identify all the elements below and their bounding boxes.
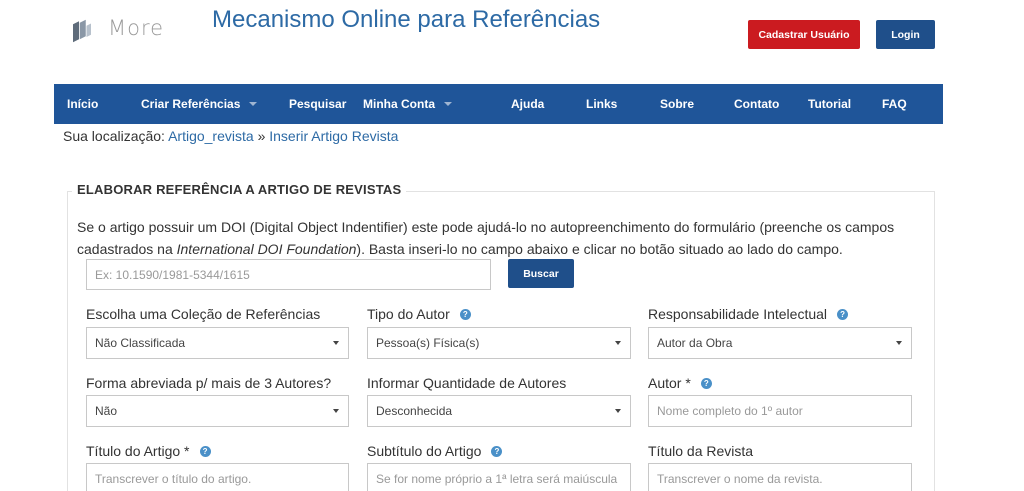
responsabilidade-label: Responsabilidade Intelectual? [648, 306, 849, 322]
nav-label: Minha Conta [363, 97, 435, 111]
nav-item-minha-conta[interactable]: Minha Conta [363, 84, 452, 124]
autor-label: Autor *? [648, 375, 712, 391]
breadcrumb-link-inserir-artigo[interactable]: Inserir Artigo Revista [269, 128, 398, 144]
form-legend: ELABORAR REFERÊNCIA A ARTIGO DE REVISTAS [72, 182, 407, 197]
forma-abreviada-select[interactable]: Não [86, 395, 349, 427]
nav-item-inicio[interactable]: Início [67, 84, 98, 124]
tipo-autor-label-text: Tipo do Autor [367, 306, 450, 322]
nav-item-sobre[interactable]: Sobre [660, 84, 694, 124]
main-nav: Início Criar Referências Pesquisar Minha… [54, 84, 943, 124]
titulo-revista-label-text: Título da Revista [648, 443, 754, 459]
nav-label: Início [67, 97, 99, 111]
register-user-button[interactable]: Cadastrar Usuário [748, 20, 860, 49]
nav-label: Sobre [660, 97, 695, 111]
nav-label: Contato [734, 97, 780, 111]
quantidade-autores-label: Informar Quantidade de Autores [367, 375, 566, 391]
nav-item-pesquisar[interactable]: Pesquisar [289, 84, 346, 124]
help-icon[interactable]: ? [837, 308, 849, 320]
tipo-autor-label: Tipo do Autor? [367, 306, 471, 322]
titulo-revista-input[interactable]: Transcrever o nome da revista. [648, 463, 912, 491]
tipo-autor-select[interactable]: Pessoa(s) Física(s) [367, 327, 631, 359]
nav-item-contato[interactable]: Contato [734, 84, 779, 124]
nav-item-links[interactable]: Links [586, 84, 617, 124]
select-arrow-icon [333, 341, 339, 345]
nav-label: Criar Referências [141, 97, 241, 111]
help-icon[interactable]: ? [459, 308, 471, 320]
forma-abreviada-value: Não [95, 404, 118, 418]
login-button[interactable]: Login [876, 20, 935, 49]
help-icon[interactable]: ? [700, 377, 712, 389]
select-arrow-icon [896, 341, 902, 345]
select-arrow-icon [333, 409, 339, 413]
help-icon[interactable]: ? [491, 445, 503, 457]
nav-label: Tutorial [808, 97, 852, 111]
logo-text: More [108, 16, 165, 40]
colecao-label-text: Escolha uma Coleção de Referências [86, 306, 321, 322]
quantidade-value: Desconhecida [376, 404, 453, 418]
nav-item-criar-referencias[interactable]: Criar Referências [141, 84, 258, 124]
quantidade-autores-select[interactable]: Desconhecida [367, 395, 631, 427]
caret-down-icon [249, 102, 258, 106]
subtitulo-input[interactable]: Se for nome próprio a 1ª letra será maiú… [367, 463, 631, 491]
more-logo-icon [73, 19, 91, 43]
autor-input[interactable]: Nome completo do 1º autor [648, 395, 912, 427]
nav-item-tutorial[interactable]: Tutorial [808, 84, 851, 124]
nav-label: Pesquisar [289, 97, 347, 111]
responsabilidade-value: Autor da Obra [657, 336, 733, 350]
titulo-artigo-label: Título do Artigo *? [86, 443, 211, 459]
nav-item-ajuda[interactable]: Ajuda [511, 84, 544, 124]
select-arrow-icon [615, 341, 621, 345]
breadcrumb-separator: » [257, 128, 266, 144]
autor-label-text: Autor * [648, 375, 691, 391]
intro-text-part2: ). Basta inseri-lo no campo abaixo e cli… [356, 241, 843, 257]
search-doi-button[interactable]: Buscar [508, 259, 574, 288]
nav-label: FAQ [882, 97, 907, 111]
colecao-select[interactable]: Não Classificada [86, 327, 349, 359]
site-title: Mecanismo Online para Referências [212, 6, 601, 33]
responsabilidade-label-text: Responsabilidade Intelectual [648, 306, 828, 322]
forma-abreviada-label: Forma abreviada p/ mais de 3 Autores? [86, 375, 331, 391]
quantidade-label-text: Informar Quantidade de Autores [367, 375, 567, 391]
breadcrumb-prefix: Sua localização: [63, 128, 165, 144]
titulo-artigo-input[interactable]: Transcrever o título do artigo. [86, 463, 349, 491]
help-icon[interactable]: ? [199, 445, 211, 457]
breadcrumb-link-artigo-revista[interactable]: Artigo_revista [168, 128, 254, 144]
forma-abreviada-label-text: Forma abreviada p/ mais de 3 Autores? [86, 375, 332, 391]
colecao-label: Escolha uma Coleção de Referências [86, 306, 320, 322]
titulo-artigo-label-text: Título do Artigo * [86, 443, 190, 459]
intro-text-italic: International DOI Foundation [176, 241, 357, 257]
titulo-revista-label: Título da Revista [648, 443, 753, 459]
nav-label: Ajuda [511, 97, 545, 111]
responsabilidade-select[interactable]: Autor da Obra [648, 327, 912, 359]
subtitulo-label-text: Subtítulo do Artigo [367, 443, 482, 459]
select-arrow-icon [615, 409, 621, 413]
caret-down-icon [444, 102, 452, 106]
nav-label: Links [586, 97, 618, 111]
colecao-value: Não Classificada [95, 336, 186, 350]
doi-intro-text: Se o artigo possuir um DOI (Digital Obje… [77, 216, 927, 260]
doi-input[interactable]: Ex: 10.1590/1981-5344/1615 [86, 259, 491, 290]
nav-item-faq[interactable]: FAQ [882, 84, 907, 124]
tipo-autor-value: Pessoa(s) Física(s) [376, 336, 480, 350]
breadcrumb: Sua localização: Artigo_revista » Inseri… [63, 128, 398, 144]
subtitulo-label: Subtítulo do Artigo? [367, 443, 503, 459]
